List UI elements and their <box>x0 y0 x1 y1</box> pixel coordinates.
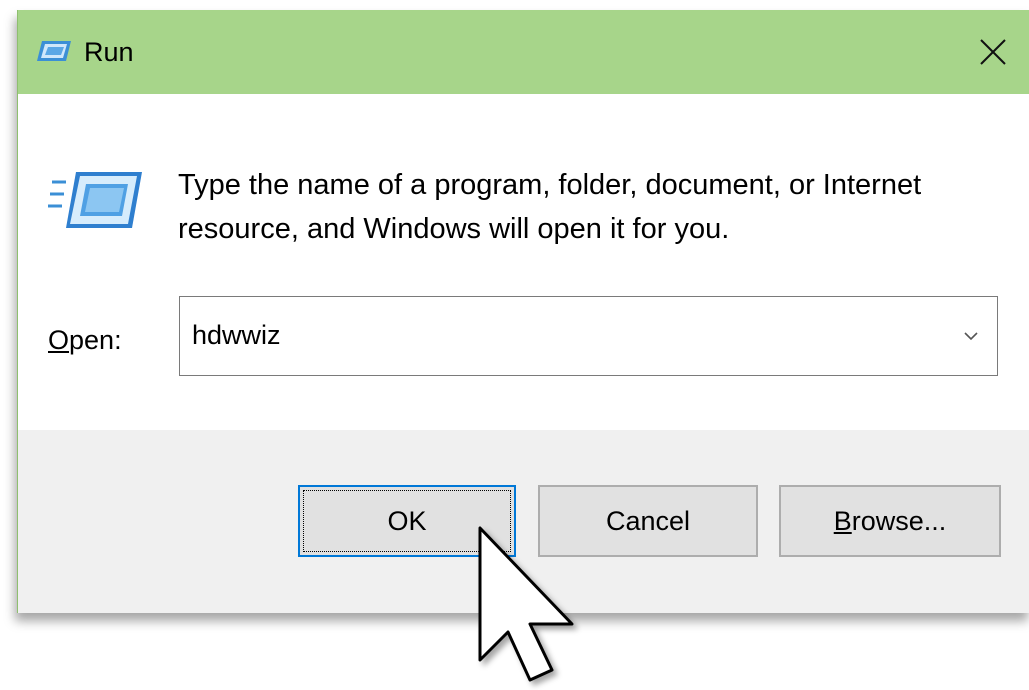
close-icon[interactable] <box>971 30 1015 74</box>
description-text: Type the name of a program, folder, docu… <box>178 169 922 245</box>
run-icon <box>37 41 71 61</box>
window-title: Run <box>84 37 134 67</box>
open-input[interactable] <box>192 315 932 355</box>
mouse-pointer-icon <box>478 526 574 682</box>
chevron-down-icon[interactable] <box>960 325 982 347</box>
open-combobox[interactable] <box>179 296 998 376</box>
run-icon <box>48 172 142 228</box>
browse-button[interactable]: Browse... <box>779 485 1001 557</box>
title-bar[interactable]: Run <box>18 10 1029 94</box>
open-label: Open: <box>48 325 122 355</box>
